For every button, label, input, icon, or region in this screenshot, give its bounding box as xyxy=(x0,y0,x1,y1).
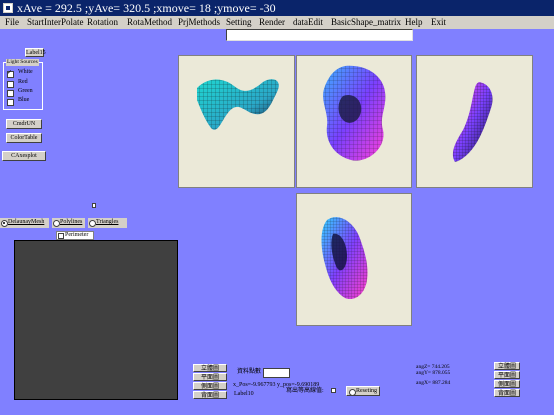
write-contour-label: 寫出等高線值: xyxy=(286,388,324,394)
menu-basicshape-matrix[interactable]: BasicShape_matrix xyxy=(331,16,401,29)
blue-label: Blue xyxy=(18,97,30,103)
menu-help[interactable]: Help xyxy=(405,16,423,29)
triangles-option[interactable]: Triangles xyxy=(88,218,127,228)
reseting-button[interactable]: Reseting xyxy=(346,386,380,396)
side-view-button-right[interactable]: 側面圖 xyxy=(494,380,520,388)
side-view-button-left[interactable]: 側面圖 xyxy=(193,382,227,390)
delaunaymesh-option[interactable]: DelaunayMesh xyxy=(0,218,49,228)
plane-view-button-right[interactable]: 平面圖 xyxy=(494,371,520,379)
small-checkbox[interactable] xyxy=(92,203,96,208)
menu-rotamethod[interactable]: RotaMethod xyxy=(127,16,172,29)
menu-render[interactable]: Render xyxy=(259,16,285,29)
title-bar: xAve = 292.5 ;yAve= 320.5 ;xmove= 18 ;ym… xyxy=(0,0,554,16)
perimeter-checkbox[interactable] xyxy=(58,233,64,239)
drawing-canvas[interactable] xyxy=(14,240,178,400)
shape-view-2 xyxy=(323,65,386,161)
shape-view-4 xyxy=(321,217,368,300)
delaunaymesh-label: DelaunayMesh xyxy=(8,219,45,225)
triangles-radio[interactable] xyxy=(89,220,96,227)
menu-setting[interactable]: Setting xyxy=(226,16,252,29)
angle-x-readout: angX= 887.284 xyxy=(416,380,451,386)
perimeter-label: Perimeter xyxy=(65,232,89,238)
polylines-option[interactable]: Polylines xyxy=(52,218,85,228)
back-view-button-left[interactable]: 背面圖 xyxy=(193,391,227,399)
caxesplot-button[interactable]: CAxesplot xyxy=(2,151,46,161)
app-icon xyxy=(3,3,13,13)
menu-dataedit[interactable]: dataEdit xyxy=(293,16,323,29)
3d-view-button-right[interactable]: 立體圖 xyxy=(494,362,520,370)
angle-y-readout: angY= 878.055 xyxy=(416,370,451,376)
green-checkbox[interactable] xyxy=(7,90,14,97)
menu-file[interactable]: File xyxy=(5,16,19,29)
status-textbox[interactable] xyxy=(226,29,413,41)
label15: Label15 xyxy=(25,48,46,57)
data-count-label: 資料點數 xyxy=(237,369,262,375)
polylines-radio[interactable] xyxy=(53,220,60,227)
menu-bar: File StartInterPolate Rotation RotaMetho… xyxy=(0,16,554,29)
red-checkbox[interactable] xyxy=(7,81,14,88)
triangles-label: Triangles xyxy=(96,219,119,225)
light-sources-group: Light Sources White Red Green Blue xyxy=(3,59,43,110)
menu-startinterpolate[interactable]: StartInterPolate xyxy=(27,16,83,29)
shape-view-1 xyxy=(197,79,279,130)
view-plane-panel xyxy=(296,55,412,188)
white-checkbox[interactable] xyxy=(7,69,14,78)
view-3d-panel xyxy=(178,55,295,188)
shape-view-3 xyxy=(452,82,493,162)
menu-rotation[interactable]: Rotation xyxy=(87,16,118,29)
write-contour-checkbox[interactable] xyxy=(331,388,336,393)
perimeter-option[interactable]: Perimeter xyxy=(56,231,94,240)
window-title: xAve = 292.5 ;yAve= 320.5 ;xmove= 18 ;ym… xyxy=(17,1,276,15)
data-count-field[interactable] xyxy=(263,368,290,378)
green-label: Green xyxy=(18,88,33,94)
menu-exit[interactable]: Exit xyxy=(431,16,446,29)
back-view-button-right[interactable]: 背面圖 xyxy=(494,389,520,397)
label10: Label10 xyxy=(234,391,254,397)
view-side-panel xyxy=(416,55,533,188)
red-label: Red xyxy=(18,79,28,85)
colortable-button[interactable]: ColorTable xyxy=(6,133,42,143)
3d-view-button-left[interactable]: 立體圖 xyxy=(193,364,227,372)
light-sources-legend: Light Sources xyxy=(6,59,39,66)
menu-prjmethods[interactable]: PrjMethods xyxy=(178,16,220,29)
reseting-label: Reseting xyxy=(356,388,377,394)
plane-view-button-left[interactable]: 平面圖 xyxy=(193,373,227,381)
delaunaymesh-radio[interactable] xyxy=(1,220,8,227)
white-label: White xyxy=(18,69,33,75)
view-back-panel xyxy=(296,193,412,326)
blue-checkbox[interactable] xyxy=(7,99,14,106)
polylines-label: Polylines xyxy=(60,219,83,225)
reseting-radio[interactable] xyxy=(349,389,356,396)
cmdrun-button[interactable]: CmdrUN xyxy=(6,119,42,129)
